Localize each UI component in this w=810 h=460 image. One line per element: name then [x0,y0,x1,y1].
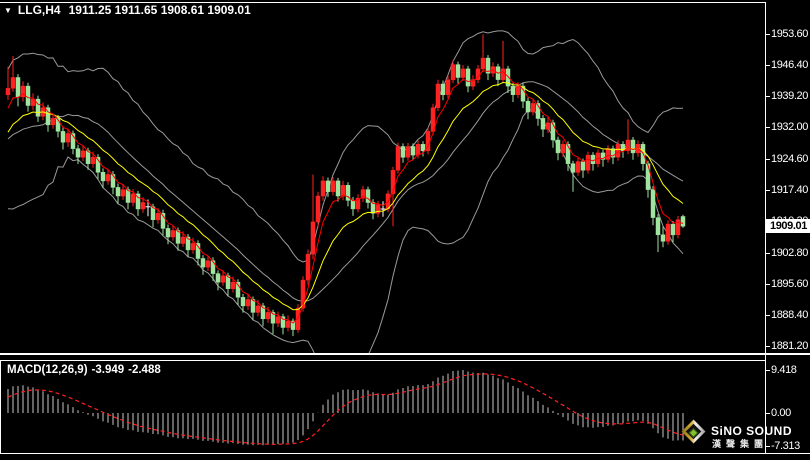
macd-top-border [0,360,765,361]
chart-title-bar: ▼ LLG,H4 1911.25 1911.65 1908.61 1909.01 [4,3,251,17]
axis-tick-mark [766,413,770,414]
axis-tick-mark [766,65,770,66]
axis-tick-mark [766,159,770,160]
price-axis-label: 1881.20 [771,340,808,352]
diamond-logo-icon [681,419,705,443]
indicator-line [8,70,683,323]
price-axis-label: 1895.60 [771,278,808,290]
indicator-line [8,109,683,353]
axis-tick-mark [766,370,770,371]
candles [6,34,685,336]
price-axis-label: 1932.00 [771,121,808,133]
macd-main-value: -3.949 [92,364,125,376]
macd-histogram [8,370,683,445]
price-axis[interactable]: 1953.60 1946.40 1939.20 1932.00 1924.60 1917.… [765,0,810,460]
indicator-line [8,82,683,301]
current-price-badge: 1909.01 [766,219,810,233]
price-axis-label: 1888.40 [771,309,808,321]
axis-tick-mark [766,96,770,97]
ohlc-values-label: 1911.25 1911.65 1908.61 1909.01 [69,3,251,17]
macd-indicator-label: MACD(12,26,9) [7,364,88,376]
axis-tick-mark [766,346,770,347]
symbol-timeframe-label: LLG,H4 [18,3,61,17]
axis-tick-mark [766,190,770,191]
price-axis-label: 1953.60 [771,28,808,40]
macd-axis-label: 0.00 [771,407,791,419]
indicator-line [8,31,683,262]
axis-tick-mark [766,34,770,35]
macd-signal-line [8,374,683,444]
axis-tick-mark [766,315,770,316]
macd-left-border [0,361,1,453]
brand-logo: SiNO SOUND 漢聲集團 [682,420,810,453]
collapse-arrow-icon[interactable]: ▼ [4,6,12,15]
macd-axis-label: 9.418 [771,364,797,376]
price-axis-label: 1946.40 [771,59,808,71]
axis-tick-mark [766,253,770,254]
price-axis-label: 1917.40 [771,184,808,196]
brand-name-label: SiNO SOUND [711,424,792,438]
chart-bottom-border [0,453,810,454]
axis-tick-mark [766,127,770,128]
macd-label-bar: MACD(12,26,9) -3.949-2.488 [7,364,165,376]
price-axis-label: 1939.20 [771,90,808,102]
axis-tick-mark [766,284,770,285]
chart-window: ▼ LLG,H4 1911.25 1911.65 1908.61 1909.01 M… [0,0,810,460]
brand-name-chinese: 漢聲集團 [712,437,768,450]
panel-splitter[interactable] [0,353,810,355]
price-axis-label: 1924.60 [771,153,808,165]
macd-signal-value: -2.488 [128,364,161,376]
price-axis-label: 1902.80 [771,247,808,259]
candlestick-chart[interactable] [0,0,765,353]
